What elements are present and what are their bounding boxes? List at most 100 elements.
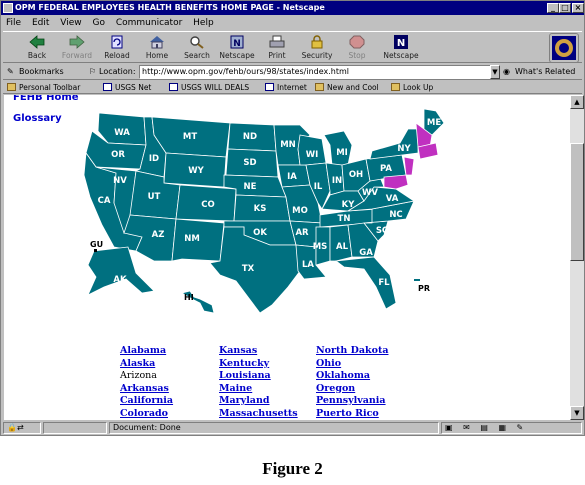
scroll-thumb[interactable] (570, 143, 584, 261)
state-link[interactable]: Alaska (120, 358, 173, 371)
title-bar: OPM FEDERAL EMPLOYEES HEALTH BENEFITS HO… (1, 1, 584, 15)
state-label-mi: MI (336, 148, 348, 158)
state-link[interactable]: Colorado (120, 408, 173, 421)
menu-help[interactable]: Help (193, 18, 214, 28)
stop-button[interactable]: Stop (337, 34, 377, 62)
close-button[interactable]: × (572, 3, 584, 13)
netscape-n-button[interactable]: N Netscape (381, 34, 421, 62)
maximize-button[interactable]: □ (559, 3, 571, 13)
security-status-icon[interactable]: 🔒⇄ (3, 422, 41, 434)
folder-icon (391, 83, 400, 91)
figure-caption: Figure 2 (262, 459, 323, 478)
location-bar: ✎ Bookmarks ⚐ Location: http://www.opm.g… (3, 64, 582, 80)
search-icon (190, 36, 204, 49)
back-button[interactable]: Back (17, 34, 57, 62)
bookmark-usgs-net[interactable]: USGS Net (103, 81, 151, 93)
navigation-toolbar: Back Forward Reload Home Search N Netsca… (3, 31, 582, 63)
page-icon (265, 83, 274, 91)
territory-label-pr[interactable]: PR (418, 284, 430, 293)
print-button[interactable]: Print (257, 34, 297, 62)
security-lock-icon (311, 35, 323, 49)
netscape-icon: N (230, 35, 244, 49)
state-link[interactable]: Arizona (120, 370, 173, 383)
menu-file[interactable]: File (6, 18, 21, 28)
scroll-up-button[interactable]: ▲ (570, 95, 584, 109)
state-link[interactable]: Ohio (316, 358, 388, 371)
menu-go[interactable]: Go (92, 18, 104, 28)
page-icon (169, 83, 178, 91)
menu-edit[interactable]: Edit (32, 18, 49, 28)
url-input[interactable]: http://www.opm.gov/fehb/ours/98/states/i… (139, 65, 493, 79)
personal-toolbar-label[interactable]: Personal Toolbar (7, 81, 80, 93)
browser-window: OPM FEDERAL EMPLOYEES HEALTH BENEFITS HO… (0, 0, 585, 436)
netscape-n-logo-icon (555, 39, 573, 57)
state-link[interactable]: Maryland (219, 395, 298, 408)
home-button[interactable]: Home (137, 34, 177, 62)
state-label-nv: NV (113, 176, 127, 186)
home-icon (150, 36, 164, 49)
status-bar: 🔒⇄ Document: Done ▣ ✉ ▤ ▦ ✎ (3, 421, 582, 435)
puerto-rico-marker[interactable] (414, 279, 420, 281)
bookmark-usgs-will-deals[interactable]: USGS WILL DEALS (169, 81, 249, 93)
netscape-throbber-logo[interactable] (549, 33, 579, 63)
state-label-fl: FL (378, 278, 390, 288)
scroll-down-button[interactable]: ▼ (570, 406, 584, 420)
state-label-mn: MN (280, 140, 296, 150)
state-link[interactable]: Kentucky (219, 358, 298, 371)
search-button[interactable]: Search (177, 34, 217, 62)
menu-view[interactable]: View (60, 18, 81, 28)
bookmark-internet[interactable]: Internet (265, 81, 307, 93)
state-link[interactable]: North Dakota (316, 345, 388, 358)
vertical-scrollbar[interactable]: ▲ ▼ (570, 95, 584, 420)
state-label-ar: AR (295, 228, 309, 238)
page-proxy-icon[interactable]: ⚐ (89, 64, 96, 80)
bookmark-look-up[interactable]: Look Up (391, 81, 433, 93)
bookmark-icon[interactable]: ✎ (7, 64, 14, 80)
state-link[interactable]: Massachusetts (219, 408, 298, 421)
netscape-n-icon: N (394, 35, 408, 49)
minimize-button[interactable]: _ (547, 3, 559, 13)
menu-bar: File Edit View Go Communicator Help (3, 16, 582, 30)
progress-box (43, 422, 107, 434)
url-dropdown-button[interactable]: ▼ (490, 65, 500, 79)
state-link[interactable]: Puerto Rico (316, 408, 388, 421)
state-link[interactable]: Maine (219, 383, 298, 396)
state-link[interactable]: Pennsylvania (316, 395, 388, 408)
menu-communicator[interactable]: Communicator (116, 18, 182, 28)
state-label-mo: MO (292, 206, 308, 216)
forward-button[interactable]: Forward (57, 34, 97, 62)
state-label-al: AL (336, 242, 349, 252)
state-link[interactable]: Arkansas (120, 383, 173, 396)
window-title: OPM FEDERAL EMPLOYEES HEALTH BENEFITS HO… (15, 3, 325, 12)
security-button[interactable]: Security (297, 34, 337, 62)
folder-icon (7, 83, 16, 91)
state-label-ny: NY (397, 144, 411, 154)
whats-related-icon[interactable]: ◉ (503, 64, 510, 80)
reload-button[interactable]: Reload (97, 34, 137, 62)
state-label-ca: CA (98, 196, 111, 206)
state-link[interactable]: California (120, 395, 173, 408)
map-state-ny[interactable] (369, 128, 419, 160)
state-link[interactable]: Alabama (120, 345, 173, 358)
state-label-sc: SC (376, 226, 388, 236)
state-label-va: VA (386, 194, 399, 204)
print-icon (269, 35, 285, 48)
state-label-oh: OH (349, 170, 363, 180)
guam-marker[interactable] (94, 249, 97, 252)
bookmarks-button[interactable]: Bookmarks (19, 64, 64, 80)
bookmark-new-and-cool[interactable]: New and Cool (315, 81, 379, 93)
state-link[interactable]: Kansas (219, 345, 298, 358)
state-link[interactable]: Louisiana (219, 370, 298, 383)
whats-related-button[interactable]: What's Related (515, 64, 575, 80)
component-bar[interactable]: ▣ ✉ ▤ ▦ ✎ (441, 422, 582, 434)
state-link[interactable]: Oklahoma (316, 370, 388, 383)
state-label-in: IN (332, 176, 342, 186)
state-link[interactable]: Oregon (316, 383, 388, 396)
state-label-tn: TN (338, 214, 351, 224)
territory-label-gu[interactable]: GU (90, 240, 103, 249)
map-state-nj[interactable] (403, 156, 415, 176)
map-state-de-md[interactable] (383, 174, 409, 190)
state-label-az: AZ (152, 230, 165, 240)
netscape-app-icon[interactable] (3, 3, 13, 13)
netscape-button[interactable]: N Netscape (217, 34, 257, 62)
